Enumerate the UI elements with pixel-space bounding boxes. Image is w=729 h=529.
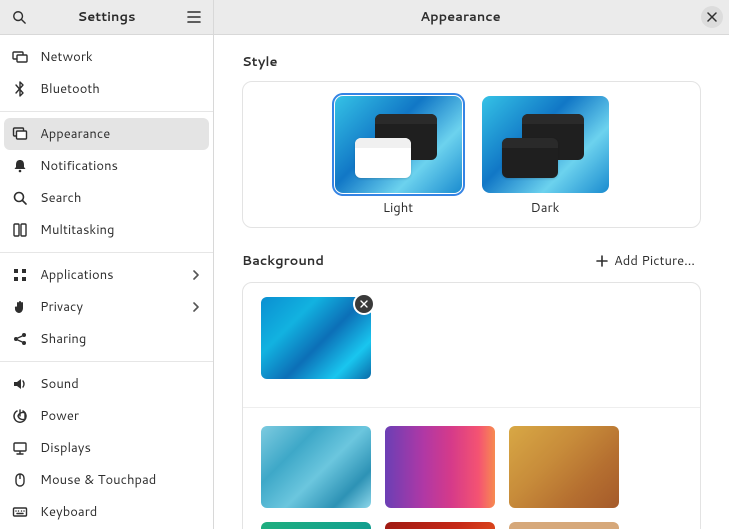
display-icon bbox=[12, 49, 28, 65]
hand-icon bbox=[12, 299, 28, 315]
sidebar-item-appearance[interactable]: Appearance bbox=[4, 118, 209, 150]
sidebar-separator bbox=[0, 111, 213, 112]
background-grid bbox=[261, 426, 682, 529]
style-section-title: Style bbox=[242, 53, 701, 71]
search-icon bbox=[12, 10, 26, 24]
style-preview-dark bbox=[482, 96, 609, 193]
background-thumbnail[interactable] bbox=[261, 522, 371, 529]
mouse-icon bbox=[12, 472, 28, 488]
sidebar-item-notifications[interactable]: Notifications bbox=[4, 150, 209, 182]
sidebar-item-label: Bluetooth bbox=[40, 80, 201, 98]
sidebar-item-search[interactable]: Search bbox=[4, 182, 209, 214]
apps-icon bbox=[12, 267, 28, 283]
sidebar-item-label: Power bbox=[40, 407, 201, 425]
sidebar-item-multitasking[interactable]: Multitasking bbox=[4, 214, 209, 246]
menu-button[interactable] bbox=[181, 4, 207, 30]
headerbar-right: Appearance bbox=[214, 0, 729, 34]
search-button[interactable] bbox=[6, 4, 32, 30]
background-thumbnail[interactable] bbox=[509, 426, 619, 508]
style-option-dark[interactable]: Dark bbox=[482, 96, 609, 221]
speaker-icon bbox=[12, 376, 28, 392]
headerbar-left: Settings bbox=[0, 0, 214, 34]
background-thumbnail[interactable] bbox=[261, 426, 371, 508]
keyboard-icon bbox=[12, 504, 28, 520]
background-thumbnail[interactable] bbox=[509, 522, 619, 529]
style-card: Light Dark bbox=[242, 81, 701, 228]
sidebar-item-label: Sharing bbox=[40, 330, 201, 348]
bluetooth-icon bbox=[12, 81, 28, 97]
sidebar-item-sound[interactable]: Sound bbox=[4, 368, 209, 400]
style-label-light: Light bbox=[383, 199, 413, 217]
sidebar-item-label: Network bbox=[40, 48, 201, 66]
remove-background-button[interactable] bbox=[355, 295, 373, 313]
sidebar-item-privacy[interactable]: Privacy bbox=[4, 291, 209, 323]
brush-icon bbox=[12, 126, 28, 142]
add-picture-button[interactable]: Add Picture… bbox=[590, 248, 701, 274]
close-icon bbox=[360, 300, 368, 308]
search-icon bbox=[12, 190, 28, 206]
style-label-dark: Dark bbox=[531, 199, 560, 217]
chevron-right-icon bbox=[191, 302, 201, 312]
style-option-light[interactable]: Light bbox=[335, 96, 462, 221]
sidebar-separator bbox=[0, 361, 213, 362]
share-icon bbox=[12, 331, 28, 347]
sidebar-item-displays[interactable]: Displays bbox=[4, 432, 209, 464]
close-icon bbox=[707, 12, 717, 22]
bell-icon bbox=[12, 158, 28, 174]
hamburger-icon bbox=[187, 11, 201, 23]
background-separator bbox=[243, 407, 700, 408]
add-picture-label: Add Picture… bbox=[614, 252, 695, 270]
multitasking-icon bbox=[12, 222, 28, 238]
content-area: Style Light Dark Background bbox=[214, 35, 729, 529]
background-card bbox=[242, 282, 701, 529]
sidebar-item-bluetooth[interactable]: Bluetooth bbox=[4, 73, 209, 105]
sidebar-item-mouse-touchpad[interactable]: Mouse & Touchpad bbox=[4, 464, 209, 496]
sidebar-item-label: Search bbox=[40, 189, 201, 207]
sidebar: Network Bluetooth Appearance Notifications S… bbox=[0, 35, 214, 529]
headerbar: Settings Appearance bbox=[0, 0, 729, 35]
background-thumbnail[interactable] bbox=[385, 522, 495, 529]
sidebar-item-label: Multitasking bbox=[40, 221, 201, 239]
power-icon bbox=[12, 408, 28, 424]
plus-icon bbox=[596, 255, 608, 267]
sidebar-item-power[interactable]: Power bbox=[4, 400, 209, 432]
sidebar-item-applications[interactable]: Applications bbox=[4, 259, 209, 291]
style-preview-light bbox=[335, 96, 462, 193]
page-title: Appearance bbox=[220, 8, 701, 26]
sidebar-item-label: Applications bbox=[40, 266, 179, 284]
sidebar-separator bbox=[0, 252, 213, 253]
sidebar-title: Settings bbox=[32, 8, 181, 26]
sidebar-item-keyboard[interactable]: Keyboard bbox=[4, 496, 209, 528]
background-current[interactable] bbox=[261, 297, 371, 379]
sidebar-item-label: Mouse & Touchpad bbox=[40, 471, 201, 489]
sidebar-item-label: Sound bbox=[40, 375, 201, 393]
sidebar-item-label: Keyboard bbox=[40, 503, 201, 521]
background-thumbnail[interactable] bbox=[385, 426, 495, 508]
chevron-right-icon bbox=[191, 270, 201, 280]
sidebar-item-label: Privacy bbox=[40, 298, 179, 316]
sidebar-item-label: Displays bbox=[40, 439, 201, 457]
close-button[interactable] bbox=[701, 6, 723, 28]
background-section-title: Background bbox=[242, 252, 324, 270]
sidebar-item-sharing[interactable]: Sharing bbox=[4, 323, 209, 355]
sidebar-item-label: Notifications bbox=[40, 157, 201, 175]
sidebar-item-network[interactable]: Network bbox=[4, 41, 209, 73]
monitor-icon bbox=[12, 440, 28, 456]
sidebar-item-label: Appearance bbox=[40, 125, 201, 143]
